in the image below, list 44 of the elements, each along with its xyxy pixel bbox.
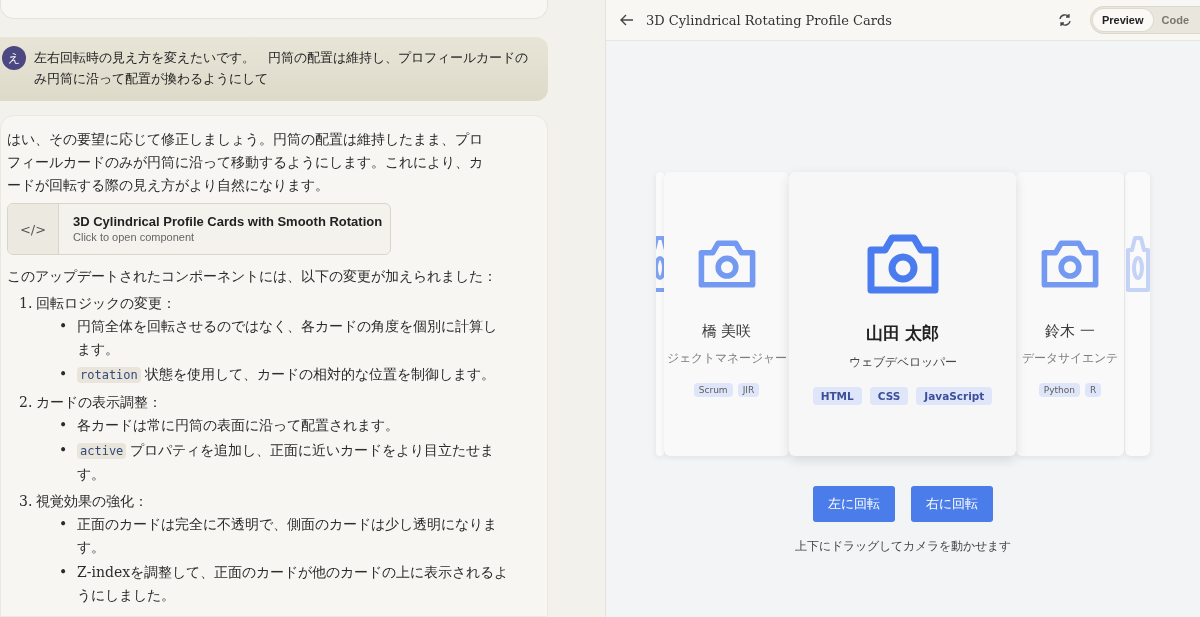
skill-tag: Python	[1038, 383, 1080, 397]
bullet-item: 各カードは常に円筒の表面に沿って配置されます。	[77, 416, 400, 435]
list-bullet: •	[59, 416, 69, 435]
list-number: 2.	[19, 393, 33, 412]
bullet-item: rotation 状態を使用して、カードの相対的な位置を制御します。	[77, 363, 509, 387]
list-bullet: •	[59, 441, 69, 460]
profile-name: 山田 太郎	[865, 322, 940, 345]
artifact-button[interactable]: </> 3D Cylindrical Profile Cards with Smooth Rotation Click to open component	[7, 203, 391, 255]
bullet-item: Z-indexを調整して、正面のカードが他のカードの上に表示されるようにしました。	[77, 563, 509, 605]
profile-role: ジェクトマネージャー	[666, 350, 787, 367]
view-tab[interactable]: Preview	[1092, 9, 1153, 31]
message-text: 左右回転時の見え方を変えたいです。 円筒の配置は維持し、プロフィールカードのみ円筒に沿って配置が換わるようにして	[34, 49, 529, 88]
back-arrow-icon[interactable]	[620, 13, 634, 27]
skill-tag: HTML	[812, 387, 862, 405]
profile-role: ウェブデベロッパー	[848, 354, 957, 371]
preview-title: 3D Cylindrical Rotating Profile Cards	[646, 12, 893, 28]
bullet-item: 正面のカードは完全に不透明で、側面のカードは少し透明になります。	[77, 515, 498, 557]
refresh-icon[interactable]	[1057, 13, 1072, 27]
user-avatar: え	[2, 46, 26, 70]
hint-text: 上下にドラッグしてカメラを動かせます	[795, 538, 1011, 555]
rotate-button[interactable]: 右に回転	[911, 486, 993, 522]
section-title: カードの表示調整：	[36, 393, 163, 412]
section-title: 回転ロジックの変更：	[36, 294, 177, 313]
bullet-item: 円筒全体を回転させるのではなく、各カードの角度を個別に計算します。	[77, 317, 498, 359]
skill-tag: CSS	[869, 387, 909, 405]
rotate-button[interactable]: 左に回転	[813, 486, 895, 522]
skill-tag: Scrum	[693, 383, 733, 397]
skill-tag: R	[1084, 383, 1102, 397]
list-bullet: •	[59, 365, 69, 384]
reply-paragraph: はい、その要望に応じて修正しましょう。円筒の配置は維持したまま、プロフィールカードのみが円筒に沿って移動するようにします。これにより、カードが回転する際の見え方がより自然になります。	[7, 130, 484, 195]
bullet-item: active プロパティを追加し、正面に近いカードをより目立たせます。	[77, 441, 496, 484]
reply-paragraph: このアップデートされたコンポーネントには、以下の変更が加えられました：	[7, 267, 498, 286]
skill-tag: JavaScript	[916, 387, 993, 405]
list-number: 3.	[19, 492, 33, 511]
skill-tag: JIR	[737, 383, 760, 397]
list-number: 1.	[19, 294, 33, 313]
section-title: 視覚効果の強化：	[36, 492, 149, 511]
profile-name: 鈴木 一	[1045, 322, 1095, 341]
list-bullet: •	[59, 515, 69, 534]
list-bullet: •	[59, 563, 69, 582]
list-bullet: •	[59, 317, 69, 336]
profile-name: 橋 美咲	[701, 322, 752, 341]
view-tab[interactable]: Code	[1152, 9, 1198, 31]
profile-role: データサイエンテ	[1022, 350, 1118, 367]
